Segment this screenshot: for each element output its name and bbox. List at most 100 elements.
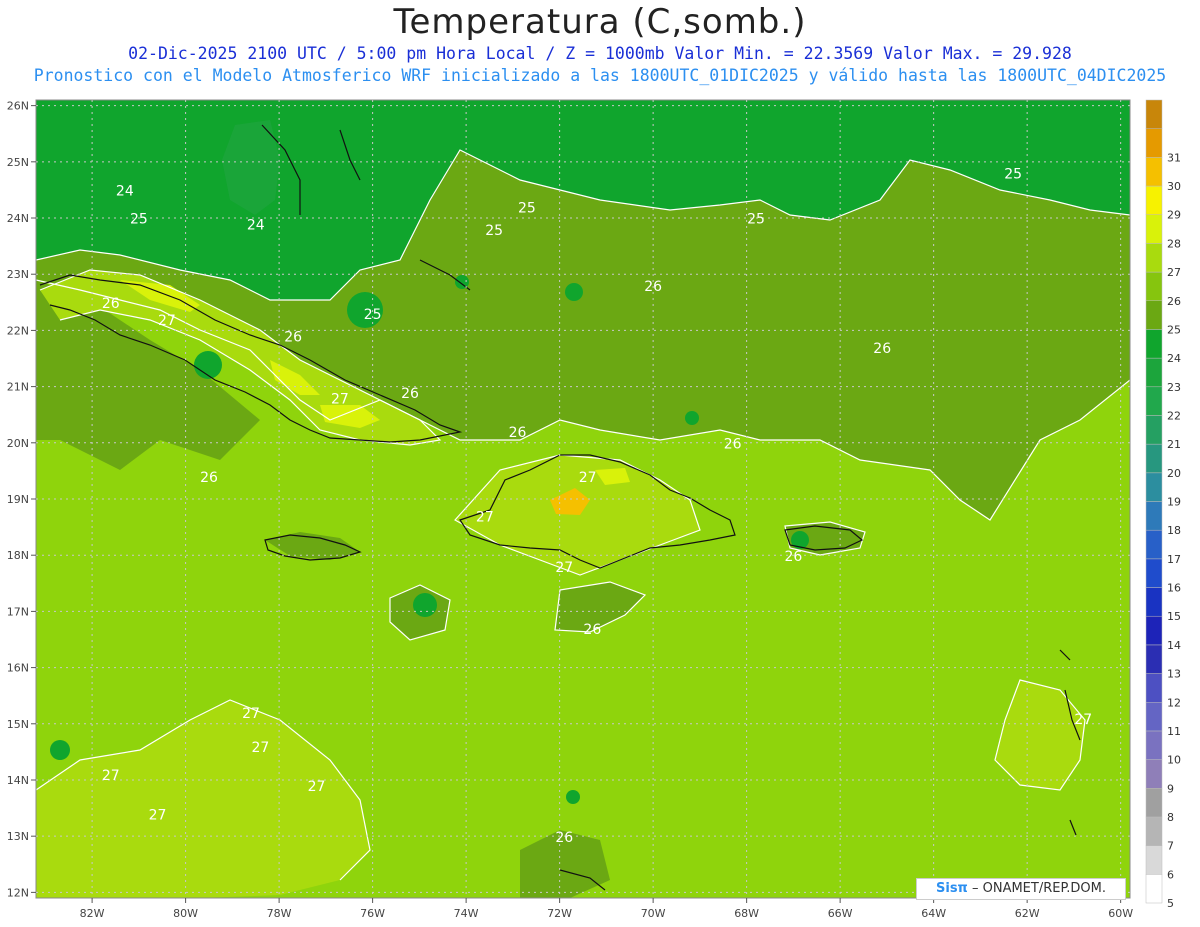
colorbar-label: 31: [1167, 151, 1181, 164]
colorbar-swatch: [1145, 587, 1163, 617]
colorbar-label: 11: [1167, 725, 1181, 738]
colorbar-swatch: [1145, 702, 1163, 732]
colorbar-swatch: [1145, 615, 1163, 646]
lon-label: 64W: [921, 907, 946, 920]
lat-label: 13N: [7, 830, 29, 843]
colorbar-swatch: [1145, 157, 1163, 187]
colorbar-label: 25: [1167, 323, 1181, 336]
contour-label: 27: [242, 706, 260, 722]
colorbar-swatch: [1145, 214, 1163, 244]
colorbar-swatch: [1145, 185, 1163, 215]
colorbar-swatch: [1145, 99, 1163, 129]
colorbar-label: 15: [1167, 610, 1181, 623]
contour-label: 24: [247, 217, 265, 233]
lat-label: 23N: [7, 268, 29, 281]
contour-label: 26: [200, 470, 218, 486]
colorbar-label: 23: [1167, 381, 1181, 394]
contour-label: 26: [873, 341, 891, 357]
contour-label: 25: [1004, 167, 1022, 183]
contour-label: 26: [724, 436, 742, 452]
lon-label: 80W: [173, 907, 198, 920]
lat-label: 16N: [7, 662, 29, 675]
colorbar-label: 22: [1167, 409, 1181, 422]
colorbar-label: 10: [1167, 754, 1181, 767]
colorbar-label: 19: [1167, 496, 1181, 509]
cell-24-25: [566, 790, 580, 804]
colorbar-swatch: [1145, 529, 1163, 560]
contour-label: 27: [555, 560, 573, 576]
temperature-map: 24 24 25 25 25 25 25 25 26 26 26 26 26 26 26 26 26 26 26 27…: [7, 99, 1181, 920]
cell-24-25: [565, 283, 583, 301]
colorbar-swatch: [1145, 816, 1163, 846]
contour-label: 27: [1074, 712, 1092, 728]
contour-label: 27: [579, 470, 597, 486]
lat-label: 22N: [7, 324, 29, 337]
lat-label: 26N: [7, 100, 29, 113]
colorbar-swatch: [1145, 644, 1163, 674]
colorbar-swatch: [1145, 357, 1163, 388]
contour-label: 26: [583, 622, 601, 638]
colorbar-swatch: [1145, 845, 1163, 875]
colorbar-label: 28: [1167, 237, 1181, 250]
colorbar-swatch: [1145, 472, 1163, 502]
lon-label: 82W: [80, 907, 105, 920]
lat-label: 18N: [7, 549, 29, 562]
contour-label: 25: [130, 212, 148, 228]
contour-label: 26: [784, 549, 802, 565]
colorbar-label: 7: [1167, 840, 1174, 853]
lat-label: 19N: [7, 493, 29, 506]
cell-24-25: [413, 593, 437, 617]
colorbar-label: 24: [1167, 352, 1181, 365]
lat-label: 24N: [7, 212, 29, 225]
contour-label: 27: [102, 768, 120, 784]
lon-label: 72W: [547, 907, 572, 920]
colorbar-label: 14: [1167, 639, 1181, 652]
colorbar-swatch: [1145, 300, 1163, 330]
contour-label: 26: [509, 425, 527, 441]
colorbar-label: 12: [1167, 696, 1181, 709]
colorbar-swatch: [1145, 271, 1163, 302]
colorbar-swatch: [1145, 329, 1163, 359]
lat-label: 17N: [7, 605, 29, 618]
contour-label: 25: [485, 223, 503, 239]
cell-24-25: [50, 740, 70, 760]
colorbar-label: 8: [1167, 811, 1174, 824]
colorbar-label: 20: [1167, 467, 1181, 480]
colorbar-swatch: [1145, 788, 1163, 818]
colorbar-swatch: [1145, 415, 1163, 445]
colorbar-swatch: [1145, 759, 1163, 789]
contour-label: 27: [251, 740, 269, 756]
colorbar-swatch: [1145, 128, 1163, 158]
colorbar-label: 21: [1167, 438, 1181, 451]
cell-24-25: [685, 411, 699, 425]
lat-label: 20N: [7, 437, 29, 450]
contour-label: 27: [476, 509, 494, 525]
contour-label: 26: [284, 330, 302, 346]
lon-label: 66W: [828, 907, 853, 920]
colorbar-label: 5: [1167, 897, 1174, 910]
colorbar: 5 6 7 8 9 10 11 12 13 14 15 16 17 18 19 20 21 22 23 24 25 26 2…: [1145, 99, 1181, 910]
colorbar-swatch: [1145, 243, 1163, 273]
lon-label: 74W: [454, 907, 479, 920]
colorbar-label: 6: [1167, 868, 1174, 881]
credit-box: Sisπ – ONAMET/REP.DOM.: [916, 878, 1126, 900]
contour-label: 26: [102, 296, 120, 312]
contour-label: 24: [116, 184, 134, 200]
contour-label: 25: [747, 212, 765, 228]
credit-text: – ONAMET/REP.DOM.: [967, 881, 1106, 896]
lon-label: 70W: [641, 907, 666, 920]
lat-label: 15N: [7, 718, 29, 731]
colorbar-swatch: [1145, 673, 1163, 703]
colorbar-swatch: [1145, 501, 1163, 531]
lon-label: 60W: [1108, 907, 1133, 920]
colorbar-label: 27: [1167, 266, 1181, 279]
colorbar-swatch: [1145, 730, 1163, 760]
lon-label: 76W: [360, 907, 385, 920]
contour-label: 26: [401, 386, 419, 402]
contour-label: 25: [518, 200, 536, 216]
colorbar-swatch: [1145, 386, 1163, 416]
contour-label: 27: [158, 313, 176, 329]
colorbar-label: 17: [1167, 553, 1181, 566]
contour-label: 27: [331, 391, 349, 407]
lon-label: 78W: [267, 907, 292, 920]
